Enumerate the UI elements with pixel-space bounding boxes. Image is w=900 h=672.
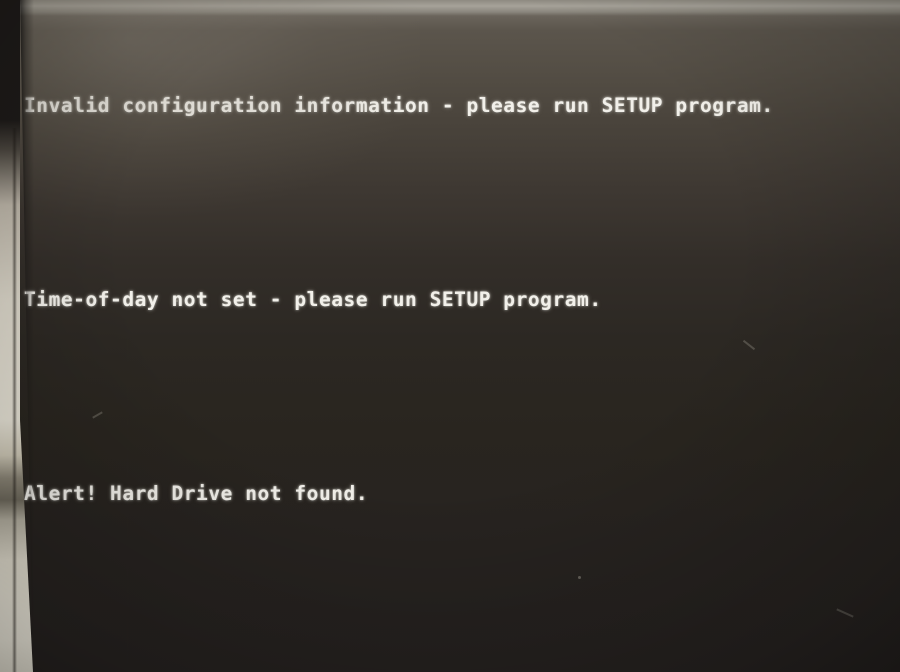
- line-spacer: [24, 384, 884, 410]
- bios-post-screen-photo: Invalid configuration information - plea…: [0, 0, 900, 672]
- line-spacer: [24, 578, 884, 600]
- bios-message-area: Invalid configuration information - plea…: [24, 22, 884, 672]
- error-line-hard-drive-not-found: Alert! Hard Drive not found.: [24, 482, 369, 505]
- monitor-display-panel: Invalid configuration information - plea…: [20, 0, 900, 672]
- line-spacer: [24, 190, 884, 216]
- error-line-time-of-day-not-set: Time-of-day not set - please run SETUP p…: [24, 288, 602, 311]
- error-line-invalid-configuration: Invalid configuration information - plea…: [24, 94, 774, 117]
- monitor-edge-shadow: [12, 128, 17, 672]
